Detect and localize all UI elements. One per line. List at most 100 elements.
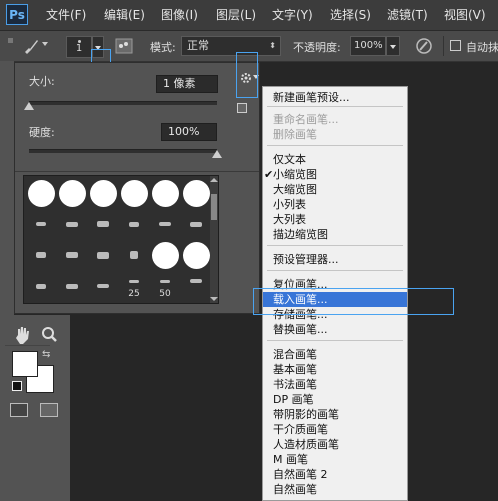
menu-item[interactable]: M 画笔 [263, 452, 407, 467]
hand-tool-icon[interactable] [14, 325, 32, 345]
blend-mode-value: 正常 [187, 39, 209, 52]
hardness-input[interactable]: 100% [161, 123, 217, 141]
zoom-tool-icon[interactable] [40, 325, 58, 343]
menu-item[interactable]: 自然画笔 [263, 482, 407, 497]
menu-item[interactable]: 大列表 [263, 212, 407, 227]
auto-erase-label: 自动抹 [466, 41, 498, 54]
brush-size-number: 25 [128, 289, 140, 299]
opacity-input[interactable]: 100% [350, 36, 386, 56]
brush-preset-tip[interactable] [57, 209, 87, 239]
menu-item[interactable]: 带阴影的画笔 [263, 407, 407, 422]
quick-mask-icon[interactable] [10, 403, 28, 417]
brush-preset-tip[interactable] [26, 209, 56, 239]
menu-item-label: 新建画笔预设... [273, 91, 350, 104]
grip-icon [8, 38, 13, 43]
brush-preset-soft-round[interactable] [150, 240, 180, 270]
brush-preset-tip[interactable] [26, 271, 56, 301]
menu-item[interactable]: 描边缩览图 [263, 227, 407, 242]
brush-preset-hard-round[interactable] [119, 178, 149, 208]
default-colors-icon[interactable] [12, 381, 22, 391]
menu-layer[interactable]: 图层(L) [216, 0, 256, 30]
menu-item[interactable]: 人造材质画笔 [263, 437, 407, 452]
preset-scrollbar[interactable] [210, 176, 218, 303]
menu-item[interactable]: 小列表 [263, 197, 407, 212]
brush-preset-tip[interactable] [88, 240, 118, 270]
menu-separator [267, 145, 403, 146]
brush-preset-tip[interactable] [119, 209, 149, 239]
brush-preset-tip[interactable] [150, 209, 180, 239]
menu-edit[interactable]: 编辑(E) [104, 0, 145, 30]
brush-preset-25[interactable]: 25 [119, 271, 149, 301]
menu-item[interactable]: 干介质画笔 [263, 422, 407, 437]
menu-item-label: 重命名画笔... [273, 113, 339, 126]
mode-label: 模式: [150, 41, 176, 54]
divider [15, 171, 259, 172]
scroll-up-icon[interactable] [210, 178, 218, 182]
tool-preset-dropdown-icon[interactable] [42, 42, 48, 46]
menu-item-label: 替换画笔... [273, 323, 328, 336]
brush-panel-toggle-icon[interactable] [115, 38, 133, 54]
scroll-down-icon[interactable] [210, 297, 218, 301]
menu-item[interactable]: 仅文本 [263, 152, 407, 167]
brush-preset-hard-round[interactable] [150, 178, 180, 208]
hardness-slider-track[interactable] [29, 149, 217, 153]
menu-item[interactable]: 书法画笔 [263, 377, 407, 392]
brush-preset-picker[interactable]: 1 [66, 36, 92, 58]
menu-item[interactable]: DP 画笔 [263, 392, 407, 407]
brush-preset-soft-round[interactable] [181, 240, 211, 270]
blend-mode-select[interactable]: 正常 ⬍ [181, 36, 281, 56]
menu-item[interactable]: 预设管理器... [263, 252, 407, 267]
brush-preset-hard-round[interactable] [181, 178, 211, 208]
menu-separator [267, 340, 403, 341]
menu-item[interactable]: 大缩览图 [263, 182, 407, 197]
foreground-color-swatch[interactable] [12, 351, 38, 377]
brush-preset-tip[interactable] [119, 240, 149, 270]
hardness-label: 硬度: [29, 126, 55, 139]
menu-view[interactable]: 视图(V) [444, 0, 486, 30]
brush-preset-tip[interactable] [26, 240, 56, 270]
pressure-opacity-icon[interactable] [414, 37, 434, 55]
menu-filter[interactable]: 滤镜(T) [387, 0, 428, 30]
brush-size-readout: 1 [75, 43, 83, 54]
brush-preset-tip[interactable] [57, 240, 87, 270]
menu-bar: Ps 文件(F) 编辑(E) 图像(I) 图层(L) 文字(Y) 选择(S) 滤… [0, 0, 498, 31]
menu-separator [267, 270, 403, 271]
screen-mode-icon[interactable] [40, 403, 58, 417]
brush-preset-tip[interactable] [57, 271, 87, 301]
size-slider-track[interactable] [29, 101, 217, 105]
menu-item[interactable]: 混合画笔 [263, 347, 407, 362]
brush-tool-icon[interactable] [22, 38, 40, 54]
size-input[interactable]: 1 像素 [156, 75, 218, 93]
brush-preset-hard-round[interactable] [88, 178, 118, 208]
new-preset-icon[interactable] [237, 103, 247, 113]
menu-item-label: 干介质画笔 [273, 423, 328, 436]
size-slider-thumb[interactable] [24, 102, 34, 110]
auto-erase-checkbox[interactable] [450, 40, 461, 51]
brush-preset-tip[interactable] [181, 271, 211, 301]
menu-item[interactable]: 自然画笔 2 [263, 467, 407, 482]
brush-preset-tip[interactable] [88, 271, 118, 301]
menu-item-label: 描边缩览图 [273, 228, 328, 241]
swap-colors-icon[interactable]: ⇆ [42, 349, 50, 360]
menu-item-checked[interactable]: ✔ 小缩览图 [263, 167, 407, 182]
brush-preset-50[interactable]: 50 [150, 271, 180, 301]
menu-separator [267, 106, 403, 107]
menu-type[interactable]: 文字(Y) [272, 0, 313, 30]
brush-preset-tip[interactable] [181, 209, 211, 239]
hardness-slider-thumb[interactable] [212, 150, 222, 158]
scroll-thumb[interactable] [211, 194, 217, 220]
brush-size-number: 50 [159, 289, 171, 299]
menu-item-label: 自然画笔 2 [273, 468, 328, 481]
brush-preset-hard-round[interactable] [57, 178, 87, 208]
brush-preset-hard-round[interactable] [26, 178, 56, 208]
menu-item-label: 删除画笔 [273, 128, 317, 141]
menu-select[interactable]: 选择(S) [330, 0, 371, 30]
menu-image[interactable]: 图像(I) [161, 0, 198, 30]
opacity-dropdown-button[interactable] [386, 36, 400, 56]
menu-item[interactable]: 替换画笔... [263, 322, 407, 337]
menu-item[interactable]: 新建画笔预设... [263, 90, 407, 105]
menu-item-disabled: 重命名画笔... [263, 112, 407, 127]
brush-preset-tip[interactable] [88, 209, 118, 239]
menu-file[interactable]: 文件(F) [46, 0, 86, 30]
menu-item[interactable]: 基本画笔 [263, 362, 407, 377]
